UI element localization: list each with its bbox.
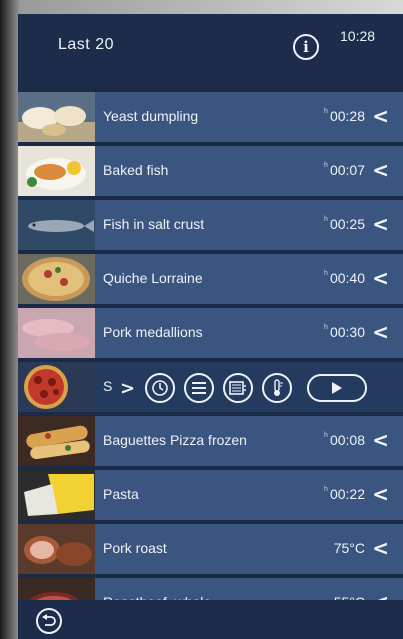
recipe-actions: > [120, 370, 368, 406]
food-thumbnail [18, 308, 95, 358]
thermometer-icon[interactable] [262, 373, 293, 403]
list-item-pork-medallions[interactable]: Pork medallions h 00:30 < [18, 308, 403, 360]
food-thumbnail [18, 524, 95, 574]
chevron-left-icon[interactable]: < [372, 428, 389, 452]
chevron-right-icon[interactable]: > [120, 378, 135, 399]
list-item-active[interactable]: S > [18, 362, 403, 414]
chevron-left-icon[interactable]: < [372, 158, 389, 182]
chevron-left-icon[interactable]: < [372, 212, 389, 236]
recipe-name: Baguettes Pizza frozen [103, 432, 247, 448]
app-screen: Last 20 i 10:28 Yeast dumpling h00:28 < [18, 14, 403, 639]
food-thumbnail [18, 92, 95, 142]
recipe-duration: h 00:28 [324, 108, 365, 124]
clock: 10:28 [340, 28, 376, 44]
food-thumbnail [18, 470, 95, 520]
recipe-name: Pork medallions [103, 324, 203, 340]
play-button[interactable] [307, 374, 368, 402]
display-icon[interactable] [223, 373, 254, 403]
list-item-pasta[interactable]: Pasta h 00:22 < [18, 470, 403, 522]
recipe-duration: h 00:22 [324, 486, 365, 502]
back-arrow-icon[interactable] [36, 608, 62, 634]
list-item-yeast-dumpling[interactable]: Yeast dumpling h 00:28 < [18, 92, 403, 144]
recipe-name: Pork roast [103, 540, 167, 556]
header: Last 20 i 10:28 [18, 14, 403, 86]
food-thumbnail [18, 362, 95, 412]
page-title: Last 20 [58, 36, 114, 53]
food-thumbnail [18, 200, 95, 250]
food-thumbnail [18, 416, 95, 466]
recipe-name: Pasta [103, 486, 139, 502]
chevron-left-icon[interactable]: < [372, 536, 389, 560]
recipe-name: Quiche Lorraine [103, 270, 203, 286]
recipe-temperature: 75°C [333, 540, 365, 556]
recipe-name: S [103, 378, 113, 394]
menu-icon[interactable] [184, 373, 215, 403]
info-icon[interactable]: i [293, 34, 319, 60]
footer-bar [18, 600, 403, 639]
recipe-duration: h 00:40 [324, 270, 365, 286]
recipe-name: Yeast dumpling [103, 108, 199, 124]
list-item-fish-in-salt-crust[interactable]: Fish in salt crust h 00:25 < [18, 200, 403, 252]
food-thumbnail [18, 146, 95, 196]
recipe-name: Fish in salt crust [103, 216, 205, 232]
chevron-left-icon[interactable]: < [372, 482, 389, 506]
timer-icon[interactable] [145, 373, 176, 403]
list-item-quiche-lorraine[interactable]: Quiche Lorraine h 00:40 < [18, 254, 403, 306]
list-item-baguettes-pizza[interactable]: Baguettes Pizza frozen h 00:08 < [18, 416, 403, 468]
chevron-left-icon[interactable]: < [372, 266, 389, 290]
recipe-name: Baked fish [103, 162, 169, 178]
recipe-duration: h 00:30 [324, 324, 365, 340]
list-item-pork-roast[interactable]: Pork roast 75°C < [18, 524, 403, 576]
chevron-left-icon[interactable]: < [372, 320, 389, 344]
chevron-left-icon[interactable]: < [372, 104, 389, 128]
recipe-duration: h 00:25 [324, 216, 365, 232]
food-thumbnail [18, 254, 95, 304]
play-icon [332, 382, 343, 394]
list-item-baked-fish[interactable]: Baked fish h 00:07 < [18, 146, 403, 198]
recipe-duration: h 00:07 [324, 162, 365, 178]
recipe-duration: h 00:08 [324, 432, 365, 448]
